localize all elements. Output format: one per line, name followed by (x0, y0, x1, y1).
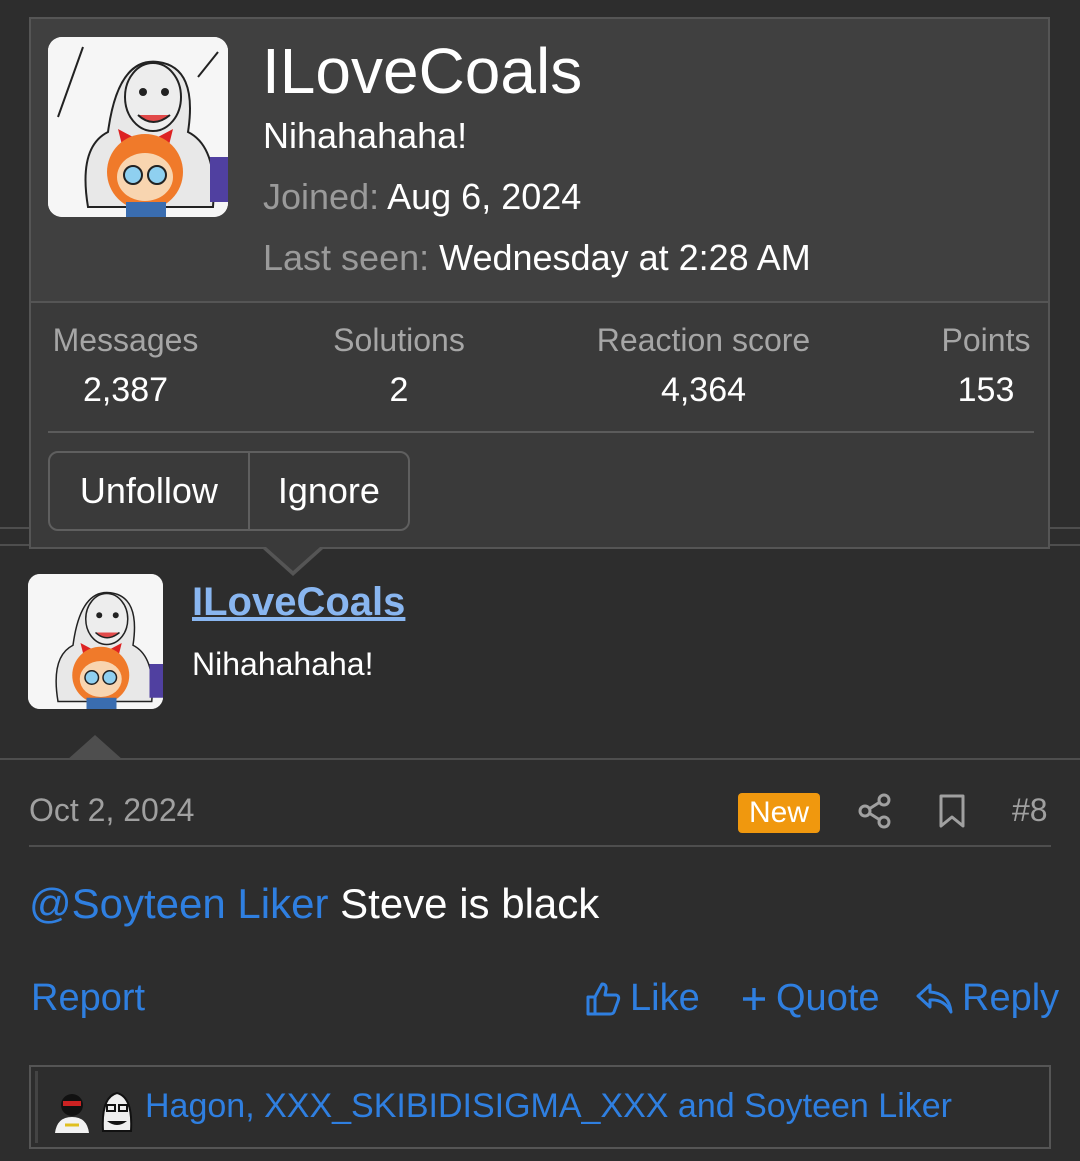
reactions-list[interactable]: Hagon, XXX_SKIBIDISIGMA_XXX and Soyteen … (145, 1087, 952, 1126)
thread-separator-left (0, 527, 29, 529)
post-username-link[interactable]: ILoveCoals (192, 580, 405, 625)
member-joined: Joined: Aug 6, 2024 (263, 176, 581, 218)
stat-points-value[interactable]: 153 (931, 371, 1041, 410)
last-seen-label: Last seen: (263, 237, 430, 278)
mention-link[interactable]: @Soyteen Liker (29, 880, 328, 927)
post-number-link[interactable]: #8 (1012, 792, 1048, 829)
member-tooltip-card: ILoveCoals Nihahahaha! Joined: Aug 6, 20… (29, 17, 1050, 549)
post-user-title: Nihahahaha! (192, 646, 374, 682)
user-block-arrow (67, 735, 123, 760)
report-button[interactable]: Report (31, 977, 145, 1020)
like-icon (586, 982, 621, 1015)
new-badge: New (738, 793, 820, 833)
stat-reaction-score-value[interactable]: 4,364 (586, 371, 821, 410)
stat-reaction-score-label: Reaction score (596, 322, 811, 358)
stat-solutions-value[interactable]: 2 (324, 371, 474, 410)
member-username[interactable]: ILoveCoals (262, 29, 582, 113)
stat-points-label: Points (941, 322, 1031, 358)
report-label: Report (31, 977, 146, 1019)
member-last-seen: Last seen: Wednesday at 2:28 AM (263, 237, 811, 279)
joined-value: Aug 6, 2024 (387, 176, 582, 217)
reactor-avatar-hagon[interactable] (49, 1087, 95, 1133)
unfollow-button[interactable]: Unfollow (50, 453, 248, 529)
quote-label: Quote (776, 977, 880, 1019)
thread-separator-right (1050, 527, 1080, 529)
reply-label: Reply (962, 977, 1060, 1019)
quote-icon (743, 987, 765, 1010)
member-card-header: ILoveCoals Nihahahaha! Joined: Aug 6, 20… (31, 19, 1048, 303)
stats-divider (48, 431, 1034, 433)
stat-solutions-label: Solutions (333, 322, 465, 358)
like-label: Like (630, 977, 700, 1019)
last-seen-value: Wednesday at 2:28 AM (439, 237, 811, 278)
like-button[interactable]: Like (584, 977, 700, 1020)
reactions-bar[interactable]: Hagon, XXX_SKIBIDISIGMA_XXX and Soyteen … (29, 1065, 1051, 1149)
reactions-accent (35, 1071, 38, 1143)
post-avatar[interactable] (28, 574, 163, 709)
post-body: @Soyteen Liker Steve is black (29, 880, 599, 928)
reply-button[interactable]: Reply (914, 977, 1059, 1020)
post-body-text: Steve is black (328, 880, 600, 927)
joined-label: Joined: (263, 176, 380, 217)
post-date[interactable]: Oct 2, 2024 (29, 792, 194, 829)
ignore-button[interactable]: Ignore (247, 453, 408, 529)
share-icon[interactable] (858, 793, 892, 834)
stat-messages-value[interactable]: 2,387 (48, 371, 203, 410)
quote-button[interactable]: Quote (740, 977, 880, 1020)
post-header-separator (0, 758, 1080, 760)
post-meta-separator (29, 845, 1051, 847)
stat-messages-label: Messages (52, 322, 199, 358)
member-user-title: Nihahahaha! (263, 115, 468, 156)
reply-icon (916, 983, 953, 1013)
tooltip-arrow-fill (266, 547, 320, 571)
reactor-avatar-skibidisigma[interactable] (97, 1087, 137, 1133)
bookmark-icon[interactable] (938, 793, 966, 834)
member-action-buttons: Unfollow Ignore (48, 451, 410, 531)
member-avatar[interactable] (48, 37, 228, 217)
